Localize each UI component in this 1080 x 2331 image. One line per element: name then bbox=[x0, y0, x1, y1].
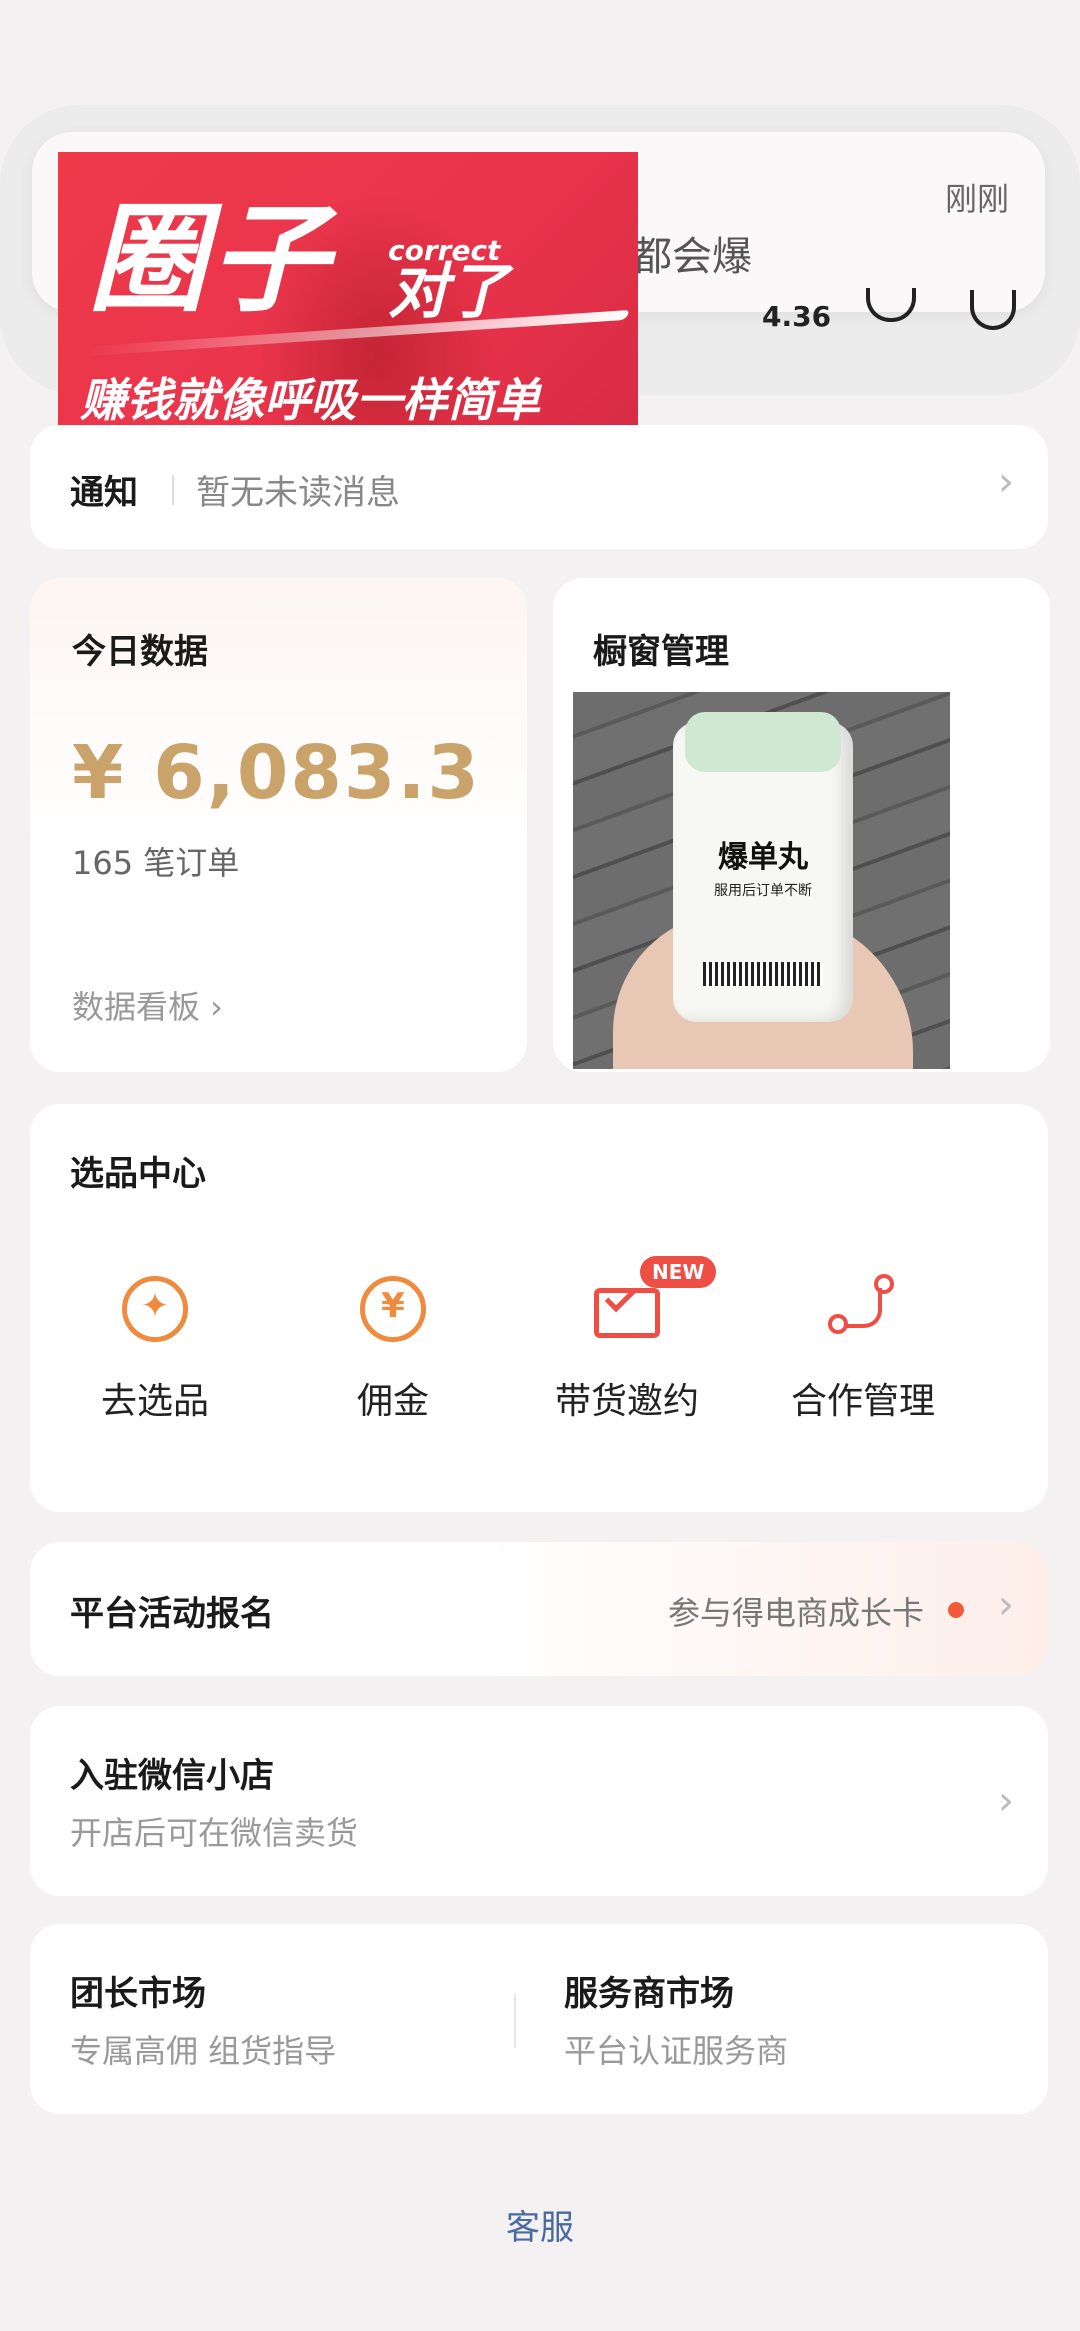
select-product-icon: ✦ bbox=[120, 1274, 190, 1344]
cooperation-label: 合作管理 bbox=[790, 1381, 935, 1422]
notice-card[interactable]: 通知 暂无未读消息 › bbox=[30, 425, 1048, 549]
window-title: 橱窗管理 bbox=[593, 632, 729, 672]
select-product-button[interactable]: ✦ 去选品 bbox=[30, 1274, 280, 1424]
commission-button[interactable]: ¥ 佣金 bbox=[268, 1274, 518, 1424]
today-title: 今日数据 bbox=[72, 632, 208, 672]
today-amount: ¥ 6,083.3 bbox=[72, 730, 481, 816]
invite-button[interactable]: NEW 带货邀约 bbox=[502, 1256, 752, 1424]
select-center-title: 选品中心 bbox=[70, 1154, 206, 1194]
promo-title: 圈子 bbox=[88, 190, 333, 328]
shop-sub: 开店后可在微信卖货 bbox=[70, 1814, 359, 1852]
promo-slogan: 赚钱就像呼吸一样简单 bbox=[80, 373, 540, 427]
new-badge: NEW bbox=[640, 1256, 717, 1288]
window-management-card[interactable]: 橱窗管理 爆单丸 服用后订单不断 bbox=[553, 578, 1050, 1072]
platform-activity-row[interactable]: 平台活动报名 参与得电商成长卡 › bbox=[30, 1542, 1048, 1676]
shop-title: 入驻微信小店 bbox=[70, 1756, 274, 1796]
chevron-right-icon: › bbox=[998, 1582, 1014, 1628]
chevron-right-icon: › bbox=[998, 459, 1014, 505]
product-name: 爆单丸 bbox=[718, 840, 808, 875]
data-dashboard-link[interactable]: 数据看板 › bbox=[72, 982, 223, 1028]
leader-market-title[interactable]: 团长市场 bbox=[70, 1966, 206, 2015]
bottle-shape: 爆单丸 服用后订单不断 bbox=[673, 712, 853, 1022]
select-product-label: 去选品 bbox=[100, 1381, 209, 1422]
activity-title: 平台活动报名 bbox=[70, 1594, 274, 1634]
notification-text: 都会爆 bbox=[632, 234, 752, 280]
cooperation-path-icon bbox=[828, 1274, 898, 1344]
divider bbox=[514, 1994, 516, 2048]
product-photo[interactable]: 爆单丸 服用后订单不断 bbox=[573, 692, 950, 1069]
barcode bbox=[703, 962, 823, 986]
product-sub: 服用后订单不断 bbox=[714, 883, 812, 899]
service-market-title[interactable]: 服务商市场 bbox=[564, 1966, 734, 2015]
today-data-card[interactable]: 今日数据 ¥ 6,083.3 165 笔订单 数据看板 › bbox=[30, 578, 527, 1072]
notification-time: 刚刚 bbox=[944, 180, 1009, 218]
bottle-cap bbox=[685, 712, 841, 772]
invite-label: 带货邀约 bbox=[554, 1381, 699, 1422]
leader-market-sub: 专属高佣 组货指导 bbox=[70, 2032, 337, 2070]
commission-yen-icon: ¥ bbox=[358, 1274, 428, 1344]
service-market-sub: 平台认证服务商 bbox=[564, 2032, 789, 2070]
notice-title: 通知 bbox=[70, 473, 138, 513]
divider bbox=[172, 475, 174, 505]
commission-label: 佣金 bbox=[356, 1381, 429, 1422]
notice-message: 暂无未读消息 bbox=[196, 473, 400, 513]
select-center-card: 选品中心 ✦ 去选品 ¥ 佣金 NEW 带货邀约 合作管理 bbox=[30, 1104, 1048, 1512]
cooperation-button[interactable]: 合作管理 bbox=[738, 1274, 988, 1424]
customer-service-link[interactable]: 客服 bbox=[0, 2200, 1080, 2249]
red-dot-badge bbox=[948, 1602, 964, 1618]
market-card: 团长市场 专属高佣 组货指导 服务商市场 平台认证服务商 bbox=[30, 1924, 1048, 2114]
activity-note: 参与得电商成长卡 bbox=[667, 1594, 924, 1632]
header-metric: 4.36 bbox=[762, 300, 832, 333]
chevron-right-icon: › bbox=[998, 1778, 1014, 1824]
today-orders: 165 笔订单 bbox=[72, 844, 240, 882]
invite-envelope-icon: NEW bbox=[592, 1256, 717, 1344]
promo-dui: 对了 bbox=[388, 257, 508, 327]
wechat-shop-row[interactable]: 入驻微信小店 开店后可在微信卖货 › bbox=[30, 1706, 1048, 1896]
